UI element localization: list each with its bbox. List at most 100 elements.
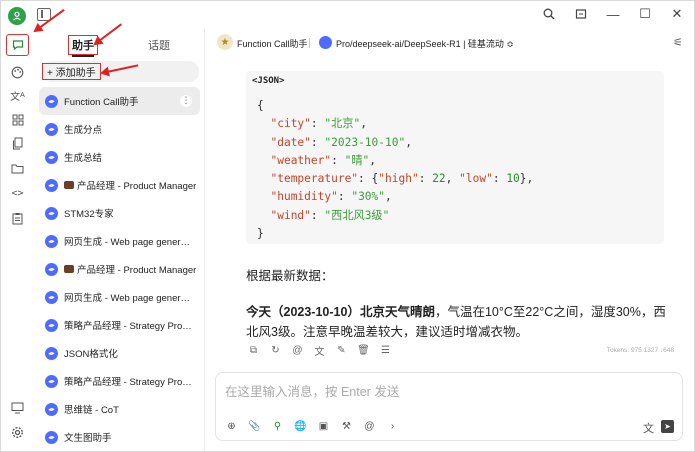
assistant-item[interactable]: 产品经理 - Product Manager (39, 171, 200, 199)
menu-icon[interactable]: ☰ (380, 345, 391, 356)
assistant-item[interactable]: 生成总结 (39, 143, 200, 171)
header-divider (309, 38, 310, 48)
whale-icon (45, 346, 58, 360)
whale-icon (45, 178, 58, 192)
minimize-icon[interactable]: — (604, 5, 622, 23)
model-selector[interactable]: Pro/deepseek-ai/DeepSeek-R1 | 硅基流动 ≎ (336, 37, 514, 50)
apps-icon[interactable] (9, 111, 26, 128)
sliders-icon[interactable]: ⚟ (673, 36, 683, 49)
assistant-item-label: 策略产品经理 - Strategy Product... (64, 377, 194, 388)
assistant-item[interactable]: 产品经理 - Product Manager (39, 255, 200, 283)
add-assistant-label: + 添加助手 (42, 63, 101, 80)
assistant-item[interactable]: 网页生成 - Web page generation (39, 227, 200, 255)
mention-model-icon[interactable]: @ (363, 420, 376, 433)
new-topic-icon[interactable]: ⊕ (225, 420, 238, 433)
whale-icon (45, 374, 58, 388)
whale-icon (45, 94, 58, 108)
briefcase-icon (64, 265, 74, 273)
code-icon[interactable]: <> (9, 185, 26, 202)
minimize-window-icon[interactable] (572, 5, 590, 23)
assistant-item-label: 文生图助手 (64, 433, 112, 444)
assistant-item-label: 生成总结 (64, 153, 103, 164)
palette-icon[interactable] (9, 64, 26, 81)
translate-icon[interactable]: 文A (9, 87, 26, 104)
star-icon[interactable]: ★ (217, 34, 233, 50)
assistant-item-label: Function Call助手 (64, 97, 139, 108)
assistant-item-label: STM32专家 (64, 209, 114, 220)
assistant-item[interactable]: STM32专家 (39, 199, 200, 227)
translate-icon[interactable]: 文 (314, 345, 325, 358)
panel-tabs: 助手 话题 (34, 33, 205, 57)
message-bold: 今天（2023-10-10）北京天气晴朗 (246, 305, 435, 319)
code-block: <JSON> { "city": "北京", "date": "2023-10-… (246, 71, 664, 244)
message-input-placeholder[interactable]: 在这里输入消息，按 Enter 发送 (225, 381, 399, 400)
assistant-list: Function Call助手 ⋮ 生成分点生成总结产品经理 - Product M… (39, 87, 200, 451)
assistant-item-label: 产品经理 - Product Manager (77, 265, 197, 276)
add-assistant-button[interactable]: + 添加助手 (42, 61, 199, 82)
tab-topics[interactable]: 话题 (148, 37, 170, 53)
whale-icon (45, 262, 58, 276)
token-count: Tokens: 975 1327 ↓648 (606, 347, 674, 354)
copy-icon[interactable]: ⧉ (248, 345, 259, 356)
whale-icon (45, 206, 58, 220)
assistant-item-label: 策略产品经理 - Strategy Product... (64, 321, 194, 332)
knowledge-icon[interactable]: ⚲ (271, 420, 284, 433)
close-icon[interactable]: ✕ (668, 5, 686, 23)
mention-icon[interactable]: @ (292, 345, 303, 356)
user-avatar[interactable] (8, 7, 26, 25)
assistant-item[interactable]: 生成分点 (39, 115, 200, 143)
assistant-item[interactable]: 策略产品经理 - Strategy Product... (39, 367, 200, 395)
assistant-panel: 助手 话题 + 添加助手 Function Call助手 ⋮ 生成分点生成总结产品经… (34, 29, 205, 451)
web-search-icon[interactable]: 🌐 (294, 420, 307, 433)
icon-rail: 文A <> (1, 29, 34, 451)
assistant-item-label: 产品经理 - Product Manager (77, 181, 197, 192)
maximize-icon[interactable]: ☐ (636, 5, 654, 23)
folder-icon[interactable] (9, 160, 26, 177)
file-icon[interactable]: ▣ (317, 420, 330, 433)
whale-icon (45, 290, 58, 304)
whale-icon (45, 318, 58, 332)
message-input-box[interactable]: 在这里输入消息，按 Enter 发送 ⊕ 📎 ⚲ 🌐 ▣ ⚒ @ › 文 ➤ (215, 372, 683, 441)
more-options-icon[interactable]: ⋮ (180, 95, 192, 107)
code-content: { "city": "北京", "date": "2023-10-10", "w… (257, 99, 534, 241)
assistant-item[interactable]: 思维链 - CoT (39, 395, 200, 423)
assistant-item[interactable]: 策略产品经理 - Strategy Product... (39, 311, 200, 339)
whale-icon (45, 234, 58, 248)
message-actions: ⧉ ↻ @ 文 ✎ 🗑 ☰ (248, 345, 391, 358)
chat-icon[interactable] (6, 34, 29, 56)
message-summary: 今天（2023-10-10）北京天气晴朗，气温在10°C至22°C之间，湿度30… (246, 302, 676, 342)
whale-icon (45, 402, 58, 416)
assistant-item[interactable]: Function Call助手 ⋮ (39, 87, 200, 115)
current-assistant-name: Function Call助手 (237, 39, 308, 49)
edit-icon[interactable]: ✎ (336, 345, 347, 356)
translate-input-icon[interactable]: 文 (643, 420, 654, 436)
model-provider-icon (319, 36, 332, 49)
search-icon[interactable] (540, 5, 558, 23)
assistant-item-label: 生成分点 (64, 125, 103, 136)
more-icon[interactable]: › (386, 420, 399, 433)
files-icon[interactable] (9, 135, 26, 152)
assistant-item-label: JSON格式化 (64, 349, 118, 360)
code-language-label: <JSON> (252, 76, 285, 86)
assistant-item-label: 网页生成 - Web page generation (64, 237, 194, 248)
regenerate-icon[interactable]: ↻ (270, 345, 281, 356)
settings-icon[interactable] (9, 424, 26, 441)
whale-icon (45, 430, 58, 444)
assistant-item[interactable]: 文生图助手 (39, 423, 200, 451)
app-window: — ☐ ✕ 文A <> 助手 话题 + 添加助手 Function Call助手… (0, 0, 695, 452)
attachment-icon[interactable]: 📎 (248, 420, 261, 433)
assistant-item-label: 思维链 - CoT (64, 405, 119, 416)
monitor-icon[interactable] (9, 399, 26, 416)
assistant-item-label: 网页生成 - Web page generation (64, 293, 194, 304)
whale-icon (45, 122, 58, 136)
message-intro: 根据最新数据： (246, 269, 334, 283)
assistant-item[interactable]: 网页生成 - Web page generation (39, 283, 200, 311)
tools-icon[interactable]: ⚒ (340, 420, 353, 433)
send-icon[interactable]: ➤ (661, 420, 674, 433)
chat-header: ★ Function Call助手 Pro/deepseek-ai/DeepSe… (206, 29, 694, 57)
assistant-item[interactable]: JSON格式化 (39, 339, 200, 367)
clipboard-icon[interactable] (9, 210, 26, 227)
whale-icon (45, 150, 58, 164)
title-bar: — ☐ ✕ (1, 1, 694, 29)
delete-icon[interactable]: 🗑 (357, 345, 370, 356)
